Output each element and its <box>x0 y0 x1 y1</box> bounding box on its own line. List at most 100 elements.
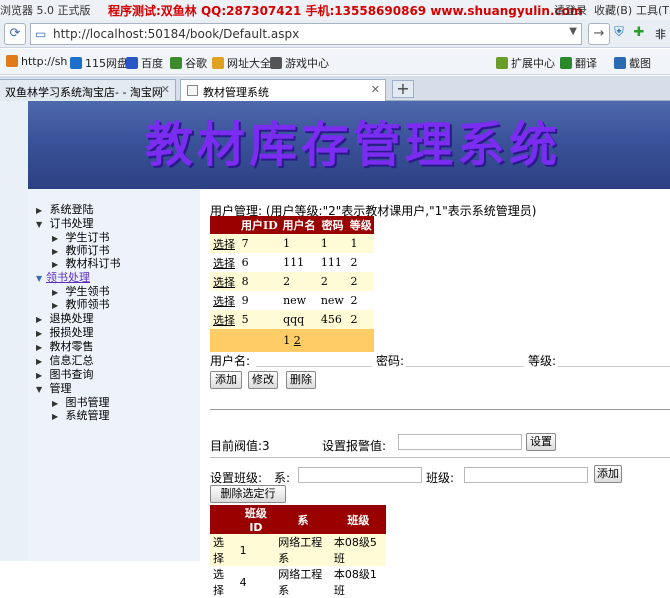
tools-menu[interactable]: 工具(T) <box>636 2 670 18</box>
select-link[interactable]: 选择 <box>213 257 235 270</box>
forward-icon[interactable]: → <box>588 23 610 45</box>
threshold-input[interactable] <box>398 434 522 450</box>
page-icon <box>187 85 198 96</box>
class-id: 4 <box>236 566 276 598</box>
delete-selected-button[interactable]: 删除选定行 <box>210 485 286 503</box>
fav-item-3[interactable]: 百度 <box>126 55 163 71</box>
password-label: 密码: <box>376 354 405 368</box>
level-input[interactable] <box>558 353 670 367</box>
page-header: 教材库存管理系统 <box>28 101 670 189</box>
sidebar-item-system-mgmt[interactable]: ▶ 系统管理 <box>52 407 110 423</box>
column-header: 等级 <box>347 216 374 234</box>
table-row: 选择 8 2 2 2 <box>210 272 374 291</box>
close-icon[interactable]: ✕ <box>371 83 380 96</box>
new-tab-button[interactable]: + <box>392 80 414 98</box>
table-row: 选择 6 111 111 2 <box>210 253 374 272</box>
page-icon: ▭ <box>35 27 47 41</box>
class-name: 本08级1班 <box>330 566 386 598</box>
select-link[interactable]: 选择 <box>213 276 235 289</box>
username-input[interactable] <box>256 353 372 367</box>
translate-button[interactable]: 翻译 <box>560 55 597 71</box>
tab-textbook-system[interactable]: 教材管理系统 ✕ <box>180 79 386 101</box>
user-password: 111 <box>317 253 348 272</box>
favorites-menu[interactable]: 收藏(B) <box>594 2 632 18</box>
user-name: new <box>280 291 318 310</box>
column-header: 密码 <box>317 216 348 234</box>
table-row: 选择 4 网络工程系 本08级1班 <box>210 566 386 598</box>
user-password: 2 <box>317 272 348 291</box>
table-header-row: 班级ID 系 班级 <box>210 505 386 534</box>
fav-item-4[interactable]: 谷歌 <box>170 55 207 71</box>
header-title: 教材库存管理系统 <box>145 117 562 173</box>
extension-center[interactable]: 扩展中心 <box>496 55 555 71</box>
class-setup-label: 设置班级: <box>210 471 263 485</box>
tab-taobao[interactable]: 双鱼林学习系统淘宝店- - 淘宝网 ✕ <box>0 79 176 101</box>
class-dept: 网络工程系 <box>275 566 331 598</box>
user-id: 7 <box>238 234 281 253</box>
fav-item-6[interactable]: 游戏中心 <box>270 55 329 71</box>
sites-icon <box>212 57 224 69</box>
dropdown-icon[interactable]: ▼ <box>569 26 577 37</box>
close-icon[interactable]: ✕ <box>161 83 170 96</box>
user-id: 8 <box>238 272 281 291</box>
browser-app-name: 浏览器 5.0 正式版 <box>0 4 91 17</box>
user-id: 6 <box>238 253 281 272</box>
class-label: 班级: <box>426 471 455 485</box>
address-text: http://localhost:50184/book/Default.aspx <box>53 27 300 41</box>
user-level: 2 <box>347 253 374 272</box>
class-id: 1 <box>236 534 276 566</box>
baidu-icon <box>126 57 138 69</box>
pager-row: 1 2 <box>210 329 374 352</box>
edit-user-button[interactable]: 修改 <box>248 371 278 389</box>
shield-icon[interactable]: ⛨ <box>608 23 630 45</box>
fav-item-2[interactable]: 115网盘 <box>70 55 128 71</box>
navigation-bar: ⟳ ▭ http://localhost:50184/book/Default.… <box>0 20 670 48</box>
select-link[interactable]: 选择 <box>213 568 224 597</box>
user-table: 用户ID 用户名 密码 等级 选择 7 1 1 1 选择 6 111 111 2 <box>210 216 374 352</box>
game-icon <box>270 57 282 69</box>
user-level: 1 <box>347 234 374 253</box>
class-name: 本08级5班 <box>330 534 386 566</box>
dept-label: 系: <box>274 471 291 485</box>
delete-user-button[interactable]: 删除 <box>286 371 316 389</box>
page-margin <box>0 101 28 561</box>
add-user-button[interactable]: 添加 <box>210 371 242 389</box>
table-row: 选择 7 1 1 1 <box>210 234 374 253</box>
fav-item-1[interactable]: http://sh <box>6 55 67 68</box>
column-header: 用户ID <box>238 216 281 234</box>
cloud-icon <box>70 57 82 69</box>
select-link[interactable]: 选择 <box>213 238 235 251</box>
page-current: 1 <box>283 334 291 347</box>
tab-bar: 双鱼林学习系统淘宝店- - 淘宝网 ✕ 教材管理系统 ✕ + <box>0 76 670 101</box>
user-level: 2 <box>347 310 374 329</box>
select-link[interactable]: 选择 <box>213 295 235 308</box>
add-class-button[interactable]: 添加 <box>594 465 622 483</box>
page-link[interactable]: 2 <box>294 334 301 347</box>
select-link[interactable]: 选择 <box>213 314 235 327</box>
table-row: 选择 5 qqq 456 2 <box>210 310 374 329</box>
class-table: 班级ID 系 班级 选择 1 网络工程系 本08级5班 选择 4 网络工程系 本… <box>210 505 386 598</box>
table-header-row: 用户ID 用户名 密码 等级 <box>210 216 374 234</box>
column-header <box>210 216 239 234</box>
class-dept: 网络工程系 <box>275 534 331 566</box>
column-header: 班级 <box>330 505 386 534</box>
refresh-icon[interactable]: ⟳ <box>4 23 26 45</box>
dept-input[interactable] <box>298 467 422 483</box>
user-name: qqq <box>280 310 318 329</box>
screenshot-button[interactable]: 截图 <box>614 55 651 71</box>
set-threshold-button[interactable]: 设置 <box>526 433 556 451</box>
favorites-bar: http://sh 115网盘 百度 谷歌 网址大全 游戏中心 扩展中心 翻译 … <box>0 49 670 75</box>
login-link[interactable]: 请登录 <box>554 2 587 18</box>
user-level: 2 <box>347 272 374 291</box>
column-header: 系 <box>275 505 331 534</box>
class-input[interactable] <box>464 467 588 483</box>
star-icon[interactable]: ✚ <box>628 23 650 45</box>
password-input[interactable] <box>406 353 524 367</box>
level-label: 等级: <box>528 354 557 368</box>
sidebar-menu: ▶ 系统登陆 ▼ 订书处理 ▶ 学生订书 ▶ 教师订书 ▶ 教材科订书 ▼ 领书处… <box>28 189 200 561</box>
screenshot-icon <box>614 57 626 69</box>
globe-icon <box>6 55 18 67</box>
fav-item-5[interactable]: 网址大全 <box>212 55 271 71</box>
address-bar[interactable]: ▭ http://localhost:50184/book/Default.as… <box>30 23 582 45</box>
table-row: 选择 1 网络工程系 本08级5班 <box>210 534 386 566</box>
